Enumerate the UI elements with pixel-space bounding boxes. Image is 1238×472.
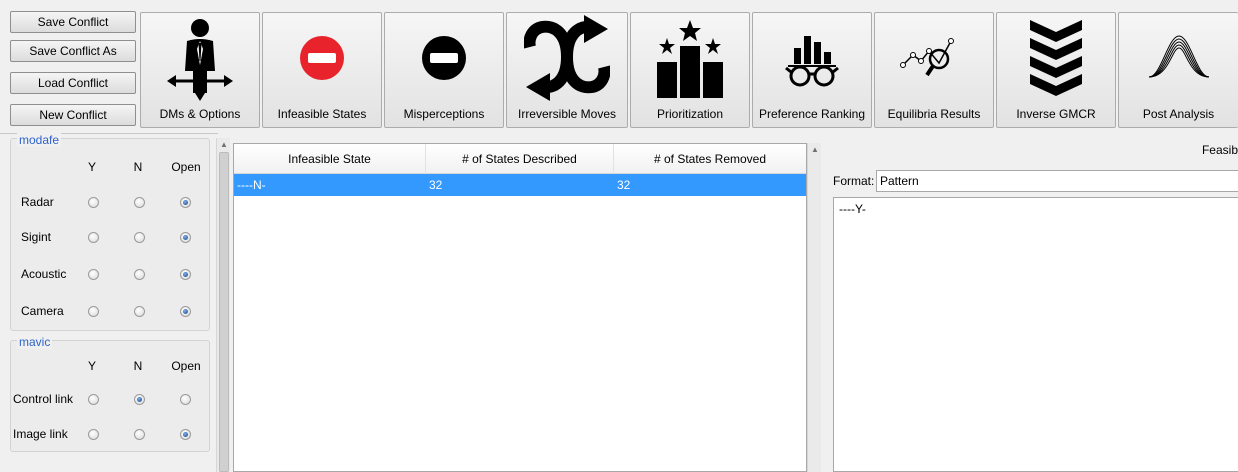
table-row[interactable]: ----N- 32 32 [234,174,806,196]
infeasible-states-button[interactable]: Infeasible States [262,12,382,128]
misperceptions-button[interactable]: Misperceptions [384,12,504,128]
new-conflict-button[interactable]: New Conflict [10,104,136,126]
no-entry-dark-icon [422,36,466,80]
post-analysis-button[interactable]: Post Analysis [1118,12,1238,128]
app-window: Save Conflict Save Conflict As Load Conf… [0,0,1238,472]
pattern-textarea[interactable]: ----Y- [833,197,1238,472]
bar-chart-glasses-icon [785,36,839,87]
toolbar: Save Conflict Save Conflict As Load Conf… [0,0,1238,131]
option-label-acoustic: Acoustic [21,267,67,281]
panel-title: Feasib [1201,143,1238,157]
dm-group-mavic: mavic Y N Open Control link Image link [10,335,210,452]
preference-ranking-label: Preference Ranking [758,107,866,121]
inverse-gmcr-button[interactable]: Inverse GMCR [996,12,1116,128]
cell-states-removed: 32 [617,178,631,192]
column-header-n: N [133,160,143,174]
acoustic-n-radio[interactable] [134,269,145,280]
table-header: Infeasible State # of States Described #… [234,144,806,174]
image-link-open-radio[interactable] [180,429,191,440]
infeasible-states-label: Infeasible States [277,107,367,121]
equilibria-results-button[interactable]: Equilibria Results [874,12,994,128]
left-scrollbar[interactable]: ▲ [216,138,230,472]
load-conflict-button[interactable]: Load Conflict [10,72,136,94]
infeasible-states-table: Infeasible State # of States Described #… [233,143,807,472]
control-link-open-radio[interactable] [180,394,191,405]
equilibria-results-label: Equilibria Results [887,107,981,121]
graph-magnifier-icon [900,38,954,77]
format-label: Format: [833,174,875,188]
scroll-up-arrow-icon[interactable]: ▲ [811,145,819,154]
misperceptions-label: Misperceptions [403,107,485,121]
option-label-control-link: Control link [13,392,74,406]
format-input[interactable] [876,170,1238,192]
image-link-n-radio[interactable] [134,429,145,440]
option-label-sigint: Sigint [21,230,52,244]
option-label-radar: Radar [21,195,54,209]
radar-y-radio[interactable] [88,197,99,208]
control-link-y-radio[interactable] [88,394,99,405]
radar-n-radio[interactable] [134,197,145,208]
prioritization-button[interactable]: Prioritization [630,12,750,128]
dm-group-title: modafe [17,133,62,147]
control-link-n-radio[interactable] [134,394,145,405]
column-header-n: N [133,359,143,373]
column-header-states-described[interactable]: # of States Described [426,144,614,174]
option-label-image-link: Image link [13,427,68,441]
image-link-y-radio[interactable] [88,429,99,440]
preference-ranking-button[interactable]: Preference Ranking [752,12,872,128]
dm-group-title: mavic [17,335,53,349]
column-header-infeasible-state[interactable]: Infeasible State [234,144,426,174]
dms-options-label: DMs & Options [159,107,241,121]
post-analysis-label: Post Analysis [1142,107,1215,121]
feasible-states-panel: Feasib Format: ----Y- [821,133,1238,472]
sigint-y-radio[interactable] [88,232,99,243]
column-header-open: Open [171,359,201,373]
prioritization-label: Prioritization [656,107,724,121]
decision-maker-icon [167,19,233,101]
scrollbar-thumb[interactable] [219,152,229,472]
ranked-podium-icon [657,20,723,98]
sigint-open-radio[interactable] [180,232,191,243]
wave-curves-icon [1148,35,1209,78]
column-header-open: Open [171,160,201,174]
acoustic-y-radio[interactable] [88,269,99,280]
dm-options-panel: modafe Y N Open Radar Sigint Acoustic Ca… [0,133,218,472]
column-header-y: Y [87,160,96,174]
scroll-up-arrow-icon[interactable]: ▲ [220,140,228,149]
save-conflict-as-button[interactable]: Save Conflict As [10,40,136,62]
cell-states-described: 32 [429,178,443,192]
save-conflict-button[interactable]: Save Conflict [10,11,136,33]
radar-open-radio[interactable] [180,197,191,208]
chevrons-down-icon [1030,20,1082,96]
option-label-camera: Camera [21,304,64,318]
irreversible-moves-label: Irreversible Moves [517,107,617,121]
acoustic-open-radio[interactable] [180,269,191,280]
sigint-n-radio[interactable] [134,232,145,243]
dm-group-modafe: modafe Y N Open Radar Sigint Acoustic Ca… [10,133,210,331]
irreversible-moves-button[interactable]: Irreversible Moves [506,12,628,128]
pattern-text: ----Y- [839,202,866,216]
irreversible-arrows-icon [524,15,610,101]
column-header-states-removed[interactable]: # of States Removed [614,144,806,174]
no-entry-icon [300,36,344,80]
column-header-y: Y [87,359,96,373]
dms-options-button[interactable]: DMs & Options [140,12,260,128]
camera-open-radio[interactable] [180,306,191,317]
inverse-gmcr-label: Inverse GMCR [1016,107,1096,121]
camera-y-radio[interactable] [88,306,99,317]
cell-infeasible-state: ----N- [237,178,266,192]
camera-n-radio[interactable] [134,306,145,317]
table-scrollbar[interactable]: ▲ [807,143,821,472]
